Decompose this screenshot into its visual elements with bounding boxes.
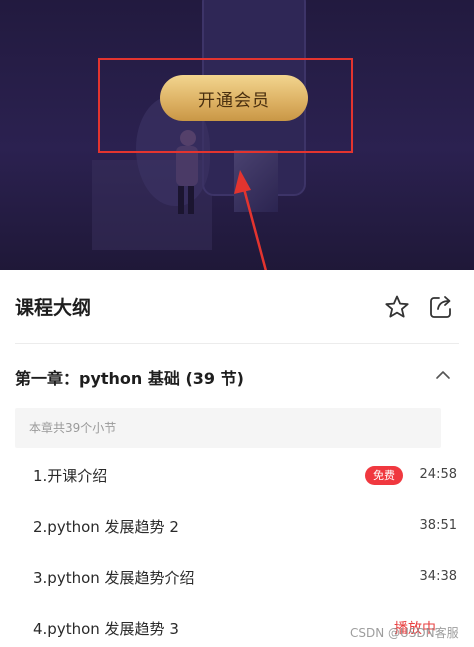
lesson-title: 2.python 发展趋势 2: [33, 518, 179, 536]
outline-title: 课程大纲: [15, 297, 92, 319]
course-outline-sheet: 课程大纲 第一章：python 基础 (39 节) 本章共39个小节 1.开课介…: [0, 270, 474, 647]
lesson-item[interactable]: 2.python 发展趋势 2 38:51: [0, 508, 474, 544]
open-membership-button[interactable]: 开通会员: [160, 75, 308, 121]
lesson-duration: 24:58: [419, 467, 457, 482]
star-icon[interactable]: [384, 294, 410, 320]
lesson-title: 3.python 发展趋势介绍: [33, 569, 195, 587]
divider: [15, 343, 459, 344]
lesson-item[interactable]: 3.python 发展趋势介绍 34:38: [0, 559, 474, 595]
lesson-title: 4.python 发展趋势 3: [33, 620, 179, 638]
chevron-up-icon[interactable]: [434, 366, 452, 384]
chapter-lesson-count: 本章共39个小节: [15, 408, 441, 448]
chapter-title[interactable]: 第一章：python 基础 (39 节): [15, 365, 244, 389]
lesson-item[interactable]: 1.开课介绍 免费 24:58: [0, 457, 474, 493]
lesson-duration: 34:38: [419, 569, 457, 584]
free-badge: 免费: [365, 466, 403, 485]
panel-illustration: [234, 150, 278, 212]
lesson-duration: 38:51: [419, 518, 457, 533]
share-icon[interactable]: [428, 294, 454, 320]
lesson-title: 1.开课介绍: [33, 467, 108, 485]
video-player-area[interactable]: 开通会员: [0, 0, 474, 270]
watermark: CSDN @USDN客服: [350, 626, 459, 640]
